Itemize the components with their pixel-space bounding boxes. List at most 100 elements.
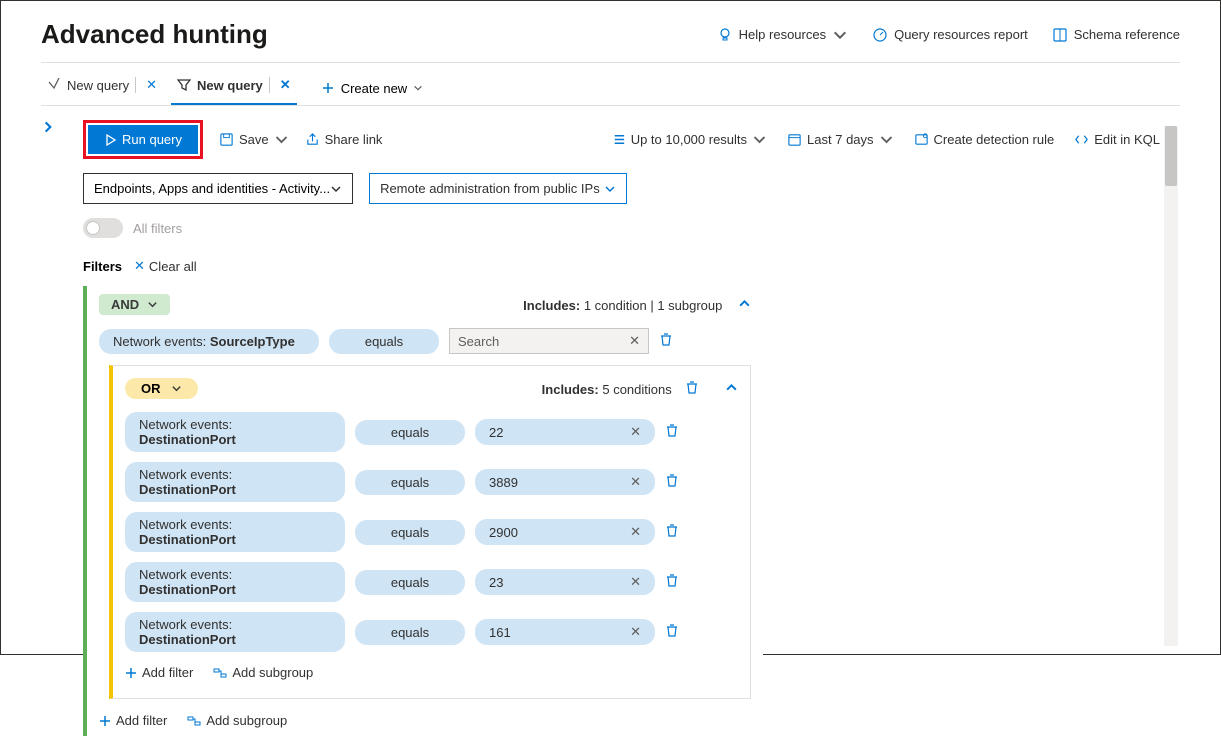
time-range-select[interactable]: Last 7 days [787, 132, 894, 147]
add-filter-button[interactable]: Add filter [125, 665, 193, 680]
plus-icon [99, 715, 111, 727]
save-button[interactable]: Save [219, 132, 289, 147]
value-pill[interactable]: 3889✕ [475, 469, 655, 495]
share-link-button[interactable]: Share link [305, 132, 383, 147]
delete-icon[interactable] [665, 423, 679, 442]
tab-new-query-1[interactable]: New query ✕ [41, 71, 163, 105]
and-badge[interactable]: AND [99, 294, 170, 315]
query-icon [47, 78, 61, 92]
collapse-icon[interactable] [738, 298, 751, 313]
page-title: Advanced hunting [41, 19, 268, 50]
clear-icon[interactable]: ✕ [630, 424, 641, 440]
all-filters-toggle[interactable] [83, 218, 123, 238]
field-pill[interactable]: Network events: SourceIpType [99, 329, 319, 354]
delete-icon[interactable] [665, 523, 679, 542]
play-icon [104, 134, 116, 146]
operator-pill[interactable]: equals [355, 420, 465, 445]
and-summary: Includes: 1 condition | 1 subgroup [523, 297, 751, 313]
scrollbar[interactable] [1164, 126, 1178, 646]
condition-row: Network events: DestinationPort equals 22✕ [113, 407, 750, 457]
or-badge[interactable]: OR [125, 378, 198, 399]
clear-icon[interactable]: ✕ [630, 624, 641, 640]
condition-row: Network events: DestinationPort equals 161… [113, 607, 750, 657]
gauge-icon [872, 27, 888, 43]
close-icon[interactable]: ✕ [280, 77, 291, 93]
chevron-down-icon [274, 132, 289, 147]
value-pill[interactable]: 161✕ [475, 619, 655, 645]
chevron-down-icon [752, 132, 767, 147]
or-group: OR Includes: 5 conditions Network events… [109, 365, 751, 699]
operator-pill[interactable]: equals [355, 620, 465, 645]
clear-icon[interactable]: ✕ [630, 474, 641, 490]
chevron-down-icon [832, 27, 848, 43]
plus-icon [125, 667, 137, 679]
condition-row: Network events: DestinationPort equals 290… [113, 507, 750, 557]
chevron-down-icon [604, 183, 616, 195]
calendar-icon [787, 132, 802, 147]
chevron-down-icon [879, 132, 894, 147]
value-pill[interactable]: 22✕ [475, 419, 655, 445]
share-icon [305, 132, 320, 147]
condition-row: Network events: DestinationPort equals 23✕ [113, 557, 750, 607]
close-icon[interactable]: ✕ [146, 77, 157, 93]
results-limit-select[interactable]: Up to 10,000 results [611, 132, 767, 147]
template-select[interactable]: Remote administration from public IPs [369, 173, 627, 204]
clear-icon[interactable]: ✕ [630, 524, 641, 540]
field-pill[interactable]: Network events: DestinationPort [125, 562, 345, 602]
value-search-input[interactable]: Search ✕ [449, 328, 649, 354]
list-icon [611, 132, 626, 147]
run-query-button[interactable]: Run query [88, 125, 198, 154]
collapse-icon[interactable] [725, 382, 738, 397]
delete-icon[interactable] [659, 332, 673, 351]
edit-in-kql-button[interactable]: Edit in KQL [1074, 132, 1160, 147]
condition-row: Network events: SourceIpType equals Sear… [87, 323, 763, 359]
field-pill[interactable]: Network events: DestinationPort [125, 512, 345, 552]
delete-icon[interactable] [665, 573, 679, 592]
operator-pill[interactable]: equals [355, 520, 465, 545]
operator-pill[interactable]: equals [355, 470, 465, 495]
clear-icon[interactable]: ✕ [629, 333, 640, 349]
clear-icon[interactable]: ✕ [630, 574, 641, 590]
add-filter-button[interactable]: Add filter [99, 713, 167, 728]
add-subgroup-button[interactable]: Add subgroup [187, 713, 287, 728]
operator-pill[interactable]: equals [355, 570, 465, 595]
detection-icon [914, 132, 929, 147]
plus-icon [321, 81, 335, 95]
filters-heading: Filters [83, 259, 122, 274]
domains-select[interactable]: Endpoints, Apps and identities - Activit… [83, 173, 353, 204]
delete-icon[interactable] [685, 382, 703, 397]
value-pill[interactable]: 23✕ [475, 569, 655, 595]
code-icon [1074, 132, 1089, 147]
field-pill[interactable]: Network events: DestinationPort [125, 462, 345, 502]
chevron-down-icon [330, 183, 342, 195]
expand-panel-icon[interactable] [41, 120, 55, 134]
and-group: AND Includes: 1 condition | 1 subgroup N… [83, 286, 763, 736]
condition-row: Network events: DestinationPort equals 388… [113, 457, 750, 507]
field-pill[interactable]: Network events: DestinationPort [125, 412, 345, 452]
create-new-button[interactable]: Create new [321, 81, 423, 96]
book-icon [1052, 27, 1068, 43]
chevron-down-icon [147, 299, 158, 310]
field-pill[interactable]: Network events: DestinationPort [125, 612, 345, 652]
delete-icon[interactable] [665, 623, 679, 642]
subgroup-icon [213, 666, 227, 680]
create-detection-rule-button[interactable]: Create detection rule [914, 132, 1055, 147]
subgroup-icon [187, 714, 201, 728]
query-resources-report-link[interactable]: Query resources report [872, 27, 1028, 43]
operator-pill[interactable]: equals [329, 329, 439, 354]
delete-icon[interactable] [665, 473, 679, 492]
save-icon [219, 132, 234, 147]
schema-reference-link[interactable]: Schema reference [1052, 27, 1180, 43]
add-subgroup-button[interactable]: Add subgroup [213, 665, 313, 680]
all-filters-label: All filters [133, 221, 182, 236]
bulb-icon [717, 27, 733, 43]
value-pill[interactable]: 2900✕ [475, 519, 655, 545]
clear-all-button[interactable]: ✕ Clear all [134, 258, 197, 274]
or-summary: Includes: 5 conditions [542, 380, 738, 397]
chevron-down-icon [171, 383, 182, 394]
chevron-down-icon [413, 83, 423, 93]
run-query-highlight: Run query [83, 120, 203, 159]
filter-icon [177, 78, 191, 92]
tab-new-query-2[interactable]: New query ✕ [171, 71, 297, 105]
help-resources-link[interactable]: Help resources [717, 27, 848, 43]
